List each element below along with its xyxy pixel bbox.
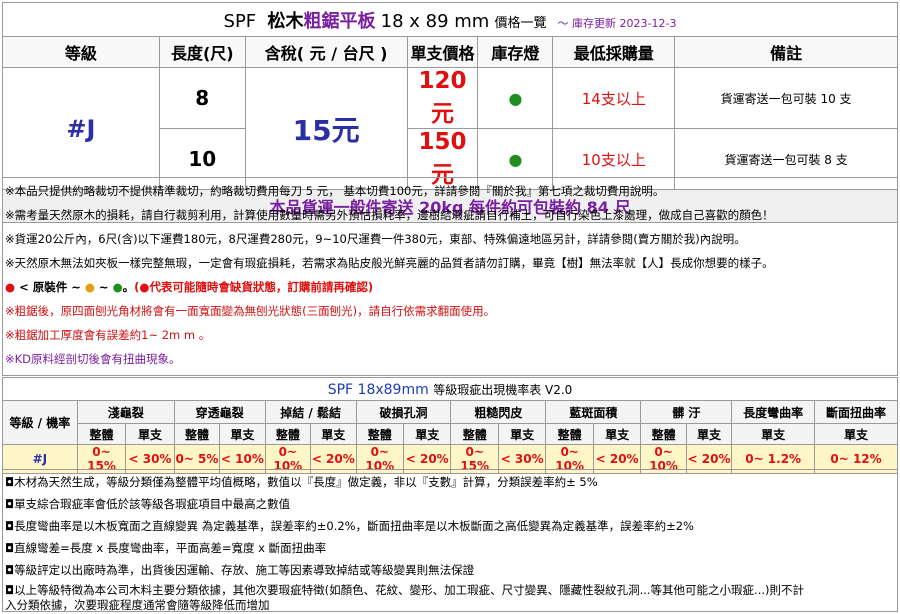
sub-header-whole: 整體 [264, 423, 312, 445]
defect-group-header: 長度彎曲率 [731, 400, 816, 424]
length-cell: 8 [158, 67, 246, 129]
defect-group-header: 淺龜裂 [76, 400, 175, 424]
sub-header-whole: 整體 [640, 423, 687, 445]
legend-green-dot-icon: ● [112, 280, 123, 294]
legend-red-dot-icon: ● [5, 280, 16, 294]
stock-light-icon: ● [477, 67, 554, 129]
note-item: ※天然原木無法如夾板一樣完整無瑕，一定會有瑕疵損耗，若需求為貼皮般光鮮亮麗的品質… [5, 256, 774, 270]
title-name-highlight: 粗鋸平板 [303, 10, 376, 32]
title-name: 松木粗鋸平板 [261, 10, 376, 32]
legend-caption: 代表可能隨時會缺貨狀態，訂購前請再確認) [149, 280, 374, 294]
defect-title-main: SPF 18x89mm [327, 381, 429, 398]
legend-separator: ~ [98, 280, 109, 294]
note-item: ※本品只提供約略裁切不提供精準裁切，約略裁切費用每刀 5 元， 基本切費100元… [5, 184, 665, 198]
footnote-item: ◘直線彎差=長度 x 長度彎曲率，平面高差=寬度 x 斷面扭曲率 [5, 541, 327, 555]
sub-header-whole: 整體 [355, 423, 405, 445]
col-header-price-per-unit: 含稅( 元 / 台尺 ) [244, 36, 408, 68]
min-qty-cell: 14支以上 [552, 67, 676, 129]
sub-header-single: 單支 [497, 423, 547, 445]
col-header-unit-price: 單支價格 [406, 36, 479, 68]
title-suffix: 價格一覽 [494, 15, 547, 31]
col-header-remark: 備註 [674, 36, 898, 68]
defect-title-sub: 等級瑕疵出現機率表 V2.0 [433, 382, 573, 397]
grade-cell: #J [2, 67, 160, 190]
sub-header-single: 單支 [814, 423, 898, 445]
stock-legend: ● < 原裝件 ~ ● ~ ●。(●代表可能隨時會缺貨狀態，訂購前請再確認) [5, 279, 373, 295]
defect-group-header: 破損孔洞 [355, 400, 452, 424]
sub-header-single: 單支 [219, 423, 266, 445]
defect-group-header: 斷面扭曲率 [814, 400, 898, 424]
defect-group-header-row: 等級 / 機率 淺龜裂 穿透龜裂 掉結 / 鬆結 破損孔洞 粗糙閃皮 藍斑面積 … [2, 400, 898, 445]
defect-group-header: 掉結 / 鬆結 [264, 400, 357, 424]
defect-corner-header: 等級 / 機率 [2, 400, 78, 445]
table-row: #J 8 15元 120元 ● 14支以上 貨運寄送一包可裝 10 支 [2, 67, 898, 190]
defect-title-row: SPF 18x89mm 等級瑕疵出現機率表 V2.0 [2, 377, 898, 401]
sub-header-whole: 整體 [545, 423, 594, 445]
defect-table-title: SPF 18x89mm 等級瑕疵出現機率表 V2.0 [2, 377, 898, 401]
notes-block: ※本品只提供約略裁切不提供精準裁切，約略裁切費用每刀 5 元， 基本切費100元… [2, 177, 898, 376]
column-header-row: 等級 長度(尺) 含稅( 元 / 台尺 ) 單支價格 庫存燈 最低採購量 備註 [2, 36, 898, 68]
sub-header-single: 單支 [125, 423, 175, 445]
defect-sub-header-row: 整體 單支 整體 單支 整體 單支 整體 單支 整體 單支 整體 單支 整體 單… [3, 423, 898, 445]
col-header-grade: 等級 [2, 36, 160, 68]
title-row: SPF 松木粗鋸平板 18 x 89 mm 價格一覽 ～ 庫存更新 2023-1… [2, 2, 898, 37]
footnote-item: 入分類依據，次要瑕疵程度通常會隨等級降低而增加 [5, 598, 270, 612]
unit-price-cell: 120元 [406, 67, 479, 129]
defect-table: SPF 18x89mm 等級瑕疵出現機率表 V2.0 等級 / 機率 淺龜裂 穿… [2, 377, 898, 474]
footnote-item: ◘單支綜合瑕疵率會低於該等級各瑕疵項目中最高之數值 [5, 497, 291, 511]
col-header-length: 長度(尺) [158, 36, 246, 68]
price-per-unit-cell: 15元 [244, 67, 408, 190]
note-item: ※粗鋸加工厚度會有誤差約1~ 2m m 。 [5, 328, 211, 342]
note-item: ※貨運20公斤內，6尺(含)以下運費180元，8尺運費280元，9~10尺運費一… [5, 232, 746, 246]
defect-group-header: 藍斑面積 [545, 400, 642, 424]
defect-group-header: 粗糙閃皮 [450, 400, 547, 424]
note-item: ※需考量天然原木的損耗，請自行裁剪利用，計算使用數量時需另外預估損耗率，邊樹結瑕… [5, 208, 774, 222]
footnotes-block: ◘木材為天然生成，等級分類僅為整體平均值概略，數值以『長度』做定義，非以『支數』… [2, 469, 898, 612]
sub-header-single: 單支 [402, 423, 452, 445]
sub-header-whole: 整體 [450, 423, 499, 445]
col-header-min-qty: 最低採購量 [552, 36, 676, 68]
sub-header-single: 單支 [310, 423, 357, 445]
legend-label: < 原裝件 ~ [19, 280, 81, 294]
sub-header-single: 單支 [731, 423, 816, 445]
title-name-prefix: 松木 [267, 10, 304, 32]
stock-update-date: ～ 庫存更新 2023-12-3 [557, 16, 677, 30]
footnote-item: ◘長度彎曲率是以木板寬面之直線變異 為定義基準，誤差率約±0.2%，斷面扭曲率是… [5, 519, 694, 533]
footnote-item: ◘以上等級特徵為本公司木料主要分類依據，其他次要瑕疵特徵(如顏色、花紋、變形、加… [5, 583, 804, 597]
title-brand: SPF [223, 10, 257, 32]
remark-cell: 貨運寄送一包可裝 10 支 [674, 67, 898, 129]
sub-header-whole: 整體 [173, 423, 221, 445]
col-header-stock-light: 庫存燈 [477, 36, 554, 68]
legend-end: 。 [122, 280, 135, 294]
defect-group-header: 穿透龜裂 [173, 400, 266, 424]
sub-header-whole: 整體 [76, 423, 127, 445]
note-item: ※KD原料經剖切後會有扭曲現象。 [5, 352, 181, 366]
legend-caption-dot-icon: ● [139, 280, 150, 294]
defect-group-header: 髒 汙 [640, 400, 733, 424]
legend-orange-dot-icon: ● [84, 280, 95, 294]
footnote-item: ◘木材為天然生成，等級分類僅為整體平均值概略，數值以『長度』做定義，非以『支數』… [5, 475, 598, 489]
footnote-item: ◘等級評定以出廠時為準，出貨後因運輸、存放、施工等因素導致掉結或等級變異則無法保… [5, 563, 475, 577]
note-item: ※粗鋸後，原四面刨光角材將會有一面寬面變為無刨光狀態(三面刨光)，請自行依需求翻… [5, 304, 496, 318]
page-title: SPF 松木粗鋸平板 18 x 89 mm 價格一覽 ～ 庫存更新 2023-1… [2, 2, 898, 37]
sub-header-single: 單支 [685, 423, 733, 445]
sub-header-single: 單支 [592, 423, 642, 445]
title-dimension: 18 x 89 mm [380, 10, 490, 32]
